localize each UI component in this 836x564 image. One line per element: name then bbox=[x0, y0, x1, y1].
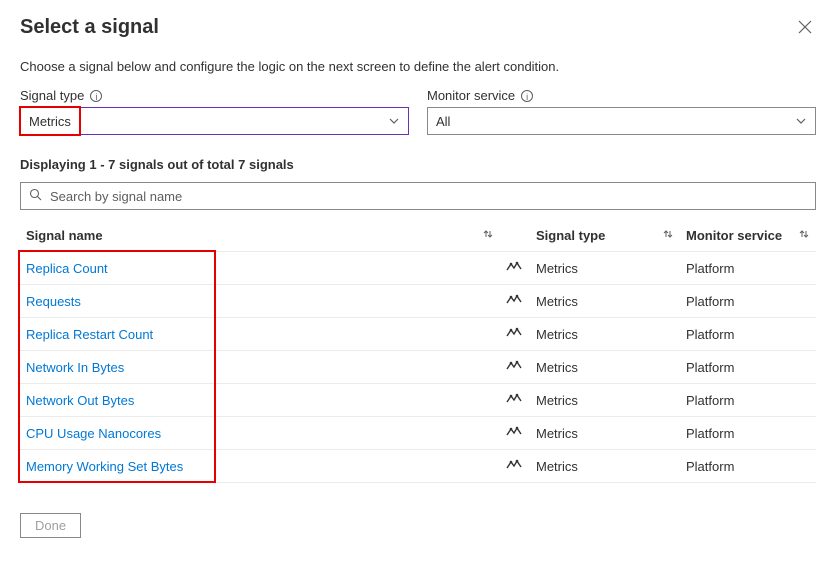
metric-icon bbox=[506, 360, 522, 375]
signal-link[interactable]: Requests bbox=[26, 294, 81, 309]
signal-type-cell: Metrics bbox=[530, 318, 680, 351]
info-icon[interactable]: i bbox=[90, 90, 102, 102]
search-icon bbox=[29, 188, 42, 204]
panel-subtitle: Choose a signal below and configure the … bbox=[20, 59, 816, 74]
signal-type-select[interactable]: Metrics bbox=[20, 107, 409, 135]
signal-type-cell: Metrics bbox=[530, 351, 680, 384]
signal-type-cell: Metrics bbox=[530, 384, 680, 417]
monitor-service-cell: Platform bbox=[680, 252, 816, 285]
signal-link[interactable]: Memory Working Set Bytes bbox=[26, 459, 183, 474]
metric-icon bbox=[506, 294, 522, 309]
table-row[interactable]: Memory Working Set Bytes MetricsPlatform bbox=[20, 450, 816, 483]
metric-icon bbox=[506, 393, 522, 408]
close-icon[interactable] bbox=[794, 16, 816, 43]
search-box[interactable] bbox=[20, 182, 816, 210]
col-header-type-label: Signal type bbox=[536, 228, 605, 243]
col-header-name-label: Signal name bbox=[26, 228, 103, 243]
sort-icon bbox=[798, 228, 810, 243]
monitor-service-cell: Platform bbox=[680, 351, 816, 384]
table-row[interactable]: Requests MetricsPlatform bbox=[20, 285, 816, 318]
table-row[interactable]: CPU Usage Nanocores MetricsPlatform bbox=[20, 417, 816, 450]
signal-link[interactable]: Network Out Bytes bbox=[26, 393, 134, 408]
metric-icon bbox=[506, 261, 522, 276]
col-header-type[interactable]: Signal type bbox=[530, 220, 680, 252]
table-row[interactable]: Replica Count MetricsPlatform bbox=[20, 252, 816, 285]
sort-icon bbox=[482, 228, 494, 243]
col-header-name[interactable]: Signal name bbox=[20, 220, 500, 252]
signals-table: Signal name Signal type Monitor service bbox=[20, 220, 816, 483]
signal-type-cell: Metrics bbox=[530, 285, 680, 318]
panel-title: Select a signal bbox=[20, 16, 159, 39]
metric-icon bbox=[506, 459, 522, 474]
monitor-service-cell: Platform bbox=[680, 384, 816, 417]
monitor-service-value: All bbox=[436, 114, 450, 129]
signal-link[interactable]: Replica Count bbox=[26, 261, 108, 276]
col-header-service[interactable]: Monitor service bbox=[680, 220, 816, 252]
sort-icon bbox=[662, 228, 674, 243]
signal-type-cell: Metrics bbox=[530, 252, 680, 285]
monitor-service-cell: Platform bbox=[680, 318, 816, 351]
monitor-service-label: Monitor service bbox=[427, 88, 515, 103]
search-input[interactable] bbox=[48, 188, 807, 205]
chevron-down-icon bbox=[795, 115, 807, 127]
monitor-service-cell: Platform bbox=[680, 285, 816, 318]
table-row[interactable]: Replica Restart Count MetricsPlatform bbox=[20, 318, 816, 351]
monitor-service-cell: Platform bbox=[680, 450, 816, 483]
signal-type-cell: Metrics bbox=[530, 417, 680, 450]
signal-link[interactable]: Network In Bytes bbox=[26, 360, 124, 375]
table-row[interactable]: Network Out Bytes MetricsPlatform bbox=[20, 384, 816, 417]
signal-type-label: Signal type bbox=[20, 88, 84, 103]
signal-link[interactable]: Replica Restart Count bbox=[26, 327, 153, 342]
signal-type-cell: Metrics bbox=[530, 450, 680, 483]
info-icon[interactable]: i bbox=[521, 90, 533, 102]
signal-link[interactable]: CPU Usage Nanocores bbox=[26, 426, 161, 441]
monitor-service-select[interactable]: All bbox=[427, 107, 816, 135]
table-row[interactable]: Network In Bytes MetricsPlatform bbox=[20, 351, 816, 384]
result-count: Displaying 1 - 7 signals out of total 7 … bbox=[20, 157, 816, 172]
metric-icon bbox=[506, 426, 522, 441]
chevron-down-icon bbox=[388, 115, 400, 127]
signal-type-value: Metrics bbox=[29, 114, 71, 129]
done-button[interactable]: Done bbox=[20, 513, 81, 538]
monitor-service-cell: Platform bbox=[680, 417, 816, 450]
col-header-service-label: Monitor service bbox=[686, 228, 782, 243]
metric-icon bbox=[506, 327, 522, 342]
